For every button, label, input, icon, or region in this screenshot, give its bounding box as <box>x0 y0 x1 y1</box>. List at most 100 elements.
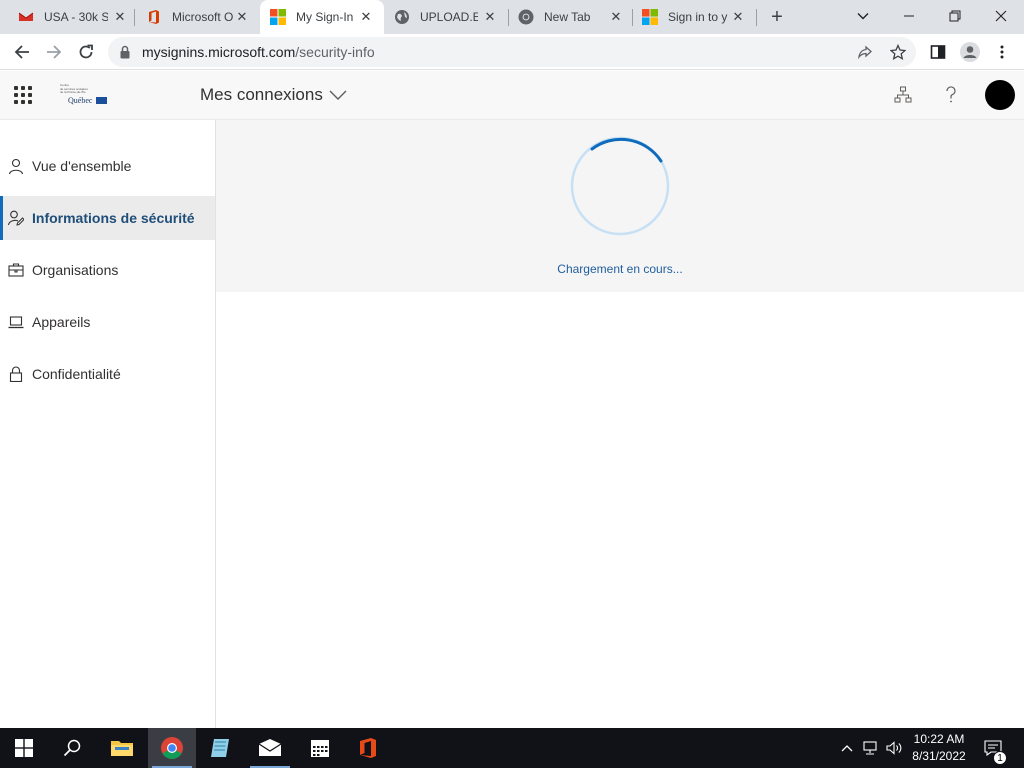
chrome-menu-button[interactable] <box>990 40 1014 64</box>
restore-button[interactable] <box>932 2 978 30</box>
app-title-menu[interactable]: Mes connexions <box>200 85 347 105</box>
chevron-down-icon <box>857 13 869 20</box>
selection-indicator <box>0 196 3 240</box>
security-info-icon <box>8 210 24 226</box>
file-explorer-icon <box>111 741 133 756</box>
search-button[interactable] <box>48 728 96 768</box>
bookmark-button[interactable] <box>889 43 907 61</box>
restore-icon <box>949 10 961 22</box>
close-tab-icon[interactable]: ✕ <box>608 9 624 25</box>
arrow-right-icon <box>47 45 62 59</box>
nav-item-label: Appareils <box>32 314 91 330</box>
loading-spinner <box>570 136 670 236</box>
globe-icon <box>395 10 409 24</box>
notification-count-badge: 1 <box>993 751 1007 765</box>
close-tab-icon[interactable]: ✕ <box>358 9 374 25</box>
tab-title: Microsoft O <box>172 10 234 24</box>
browser-tab-my-sign-ins[interactable]: My Sign-In ✕ <box>260 0 384 34</box>
address-bar[interactable]: mysignins.microsoft.com/security-info <box>108 37 916 67</box>
nav-item-devices[interactable]: Appareils <box>0 300 215 344</box>
close-icon <box>995 10 1007 22</box>
side-panel-button[interactable] <box>926 40 950 64</box>
reload-icon <box>79 44 93 59</box>
network-button[interactable] <box>860 728 882 768</box>
windows-taskbar: 10:22 AM 8/31/2022 <box>0 728 1024 768</box>
quebec-flag-icon <box>96 97 107 104</box>
network-icon <box>863 741 877 755</box>
calendar-button[interactable] <box>296 728 344 768</box>
nav-item-overview[interactable]: Vue d'ensemble <box>0 144 215 188</box>
notepad-button[interactable] <box>196 728 244 768</box>
tab-title: Sign in to y <box>668 10 728 24</box>
browser-tab-upload[interactable]: UPLOAD.EE ✕ <box>384 0 508 34</box>
nav-item-label: Informations de sécurité <box>32 210 195 226</box>
search-icon <box>63 739 81 757</box>
close-tab-icon[interactable]: ✕ <box>234 9 250 25</box>
back-button[interactable] <box>10 40 34 64</box>
browser-tab-sign-in[interactable]: Sign in to y ✕ <box>632 0 756 34</box>
nav-item-label: Vue d'ensemble <box>32 158 132 174</box>
chevron-up-icon <box>841 745 853 752</box>
organization-chart-button[interactable] <box>892 84 914 106</box>
lock-icon <box>120 45 130 59</box>
system-clock[interactable]: 10:22 AM 8/31/2022 <box>903 731 975 765</box>
tab-search-button[interactable] <box>840 2 886 30</box>
share-icon <box>858 45 872 60</box>
clock-date: 8/31/2022 <box>912 749 966 763</box>
chrome-icon <box>161 737 183 759</box>
microsoft-logo-icon <box>642 9 658 25</box>
laptop-icon <box>8 316 24 329</box>
nav-item-privacy[interactable]: Confidentialité <box>0 352 215 396</box>
more-vertical-icon <box>1000 45 1004 59</box>
url-path: /security-info <box>295 44 375 60</box>
app-title: Mes connexions <box>200 85 323 104</box>
tab-title: UPLOAD.EE <box>420 10 478 24</box>
start-button[interactable] <box>0 728 48 768</box>
close-tab-icon[interactable]: ✕ <box>112 9 128 25</box>
nav-item-organizations[interactable]: Organisations <box>0 248 215 292</box>
browser-tab-microsoft-office[interactable]: Microsoft O ✕ <box>136 0 260 34</box>
office-icon <box>360 738 376 758</box>
chrome-taskbar-button[interactable] <box>148 728 196 768</box>
minimize-icon <box>904 15 914 17</box>
profile-icon <box>960 42 980 62</box>
volume-icon <box>886 741 902 755</box>
lock-icon <box>9 366 23 382</box>
notepad-icon <box>211 739 229 757</box>
side-panel-icon <box>930 45 946 59</box>
office-icon <box>149 10 159 24</box>
left-navigation: Vue d'ensemble Informations de sécurité … <box>0 120 216 728</box>
close-tab-icon[interactable]: ✕ <box>482 9 498 25</box>
file-explorer-button[interactable] <box>98 728 146 768</box>
forward-button[interactable] <box>42 40 66 64</box>
close-tab-icon[interactable]: ✕ <box>730 9 746 25</box>
account-avatar[interactable] <box>985 80 1015 110</box>
url-host: mysignins.microsoft.com <box>142 44 296 60</box>
browser-tab-usa[interactable]: USA - 30k S ✕ <box>8 0 132 34</box>
help-icon <box>946 86 956 103</box>
browser-tab-new-tab[interactable]: New Tab ✕ <box>508 0 632 34</box>
tab-title: New Tab <box>544 10 591 24</box>
organization-logo: Centre de services scolaires de la Point… <box>58 83 110 108</box>
minimize-button[interactable] <box>886 2 932 30</box>
star-icon <box>890 44 906 60</box>
mail-button[interactable] <box>246 728 294 768</box>
browser-toolbar: mysignins.microsoft.com/security-info <box>0 34 1024 70</box>
microsoft-logo-icon <box>270 9 286 25</box>
show-hidden-icons-button[interactable] <box>836 728 858 768</box>
url-text: mysignins.microsoft.com/security-info <box>142 44 375 60</box>
app-launcher-button[interactable] <box>14 86 32 104</box>
new-tab-button[interactable]: + <box>766 6 788 28</box>
nav-item-security-info[interactable]: Informations de sécurité <box>0 196 215 240</box>
office-button[interactable] <box>344 728 392 768</box>
red-envelope-icon <box>18 12 34 21</box>
profile-button[interactable] <box>958 40 982 64</box>
reload-button[interactable] <box>74 40 98 64</box>
close-window-button[interactable] <box>978 2 1024 30</box>
org-chart-icon <box>894 86 912 103</box>
org-logo-small-text: Centre de services scolaires de la Point… <box>60 83 88 94</box>
calendar-icon <box>311 740 329 757</box>
nav-item-label: Organisations <box>32 262 119 278</box>
share-button[interactable] <box>856 43 874 61</box>
help-button[interactable] <box>940 84 962 106</box>
